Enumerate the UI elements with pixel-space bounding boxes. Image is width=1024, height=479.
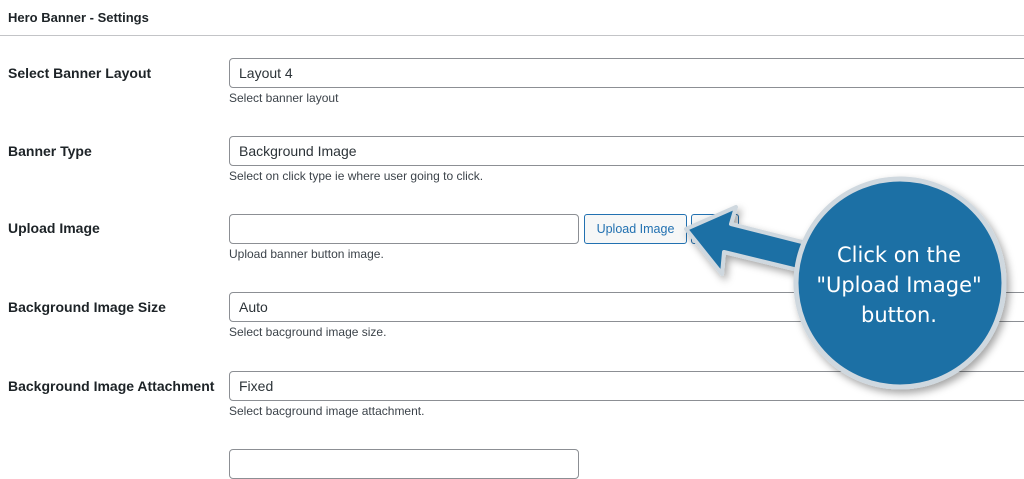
upload-image-input[interactable] bbox=[229, 214, 579, 244]
callout-line-2: "Upload Image" bbox=[816, 273, 982, 297]
next-field-input[interactable] bbox=[229, 449, 579, 479]
upload-image-button[interactable]: Upload Image bbox=[584, 214, 687, 244]
background-image-attachment-label: Background Image Attachment bbox=[8, 378, 215, 394]
callout-line-3: button. bbox=[861, 303, 937, 327]
banner-layout-select[interactable]: Layout 4 bbox=[229, 58, 1024, 88]
banner-type-description: Select on click type ie where user going… bbox=[229, 169, 484, 183]
secondary-image-button[interactable] bbox=[691, 214, 739, 244]
background-image-attachment-description: Select bacground image attachment. bbox=[229, 404, 425, 418]
banner-type-select[interactable]: Background Image bbox=[229, 136, 1024, 166]
panel-title: Hero Banner - Settings bbox=[8, 10, 149, 25]
banner-layout-description: Select banner layout bbox=[229, 91, 339, 105]
banner-type-label: Banner Type bbox=[8, 143, 92, 159]
upload-image-label: Upload Image bbox=[8, 220, 100, 236]
background-image-attachment-select[interactable]: Fixed bbox=[229, 371, 1024, 401]
background-image-size-description: Select bacground image size. bbox=[229, 325, 387, 339]
callout-text: Click on the "Upload Image" button. bbox=[800, 240, 998, 330]
panel-header: Hero Banner - Settings bbox=[0, 0, 1024, 36]
upload-image-description: Upload banner button image. bbox=[229, 247, 384, 261]
callout-line-1: Click on the bbox=[836, 243, 961, 267]
banner-layout-label: Select Banner Layout bbox=[8, 65, 152, 81]
background-image-size-label: Background Image Size bbox=[8, 299, 166, 315]
